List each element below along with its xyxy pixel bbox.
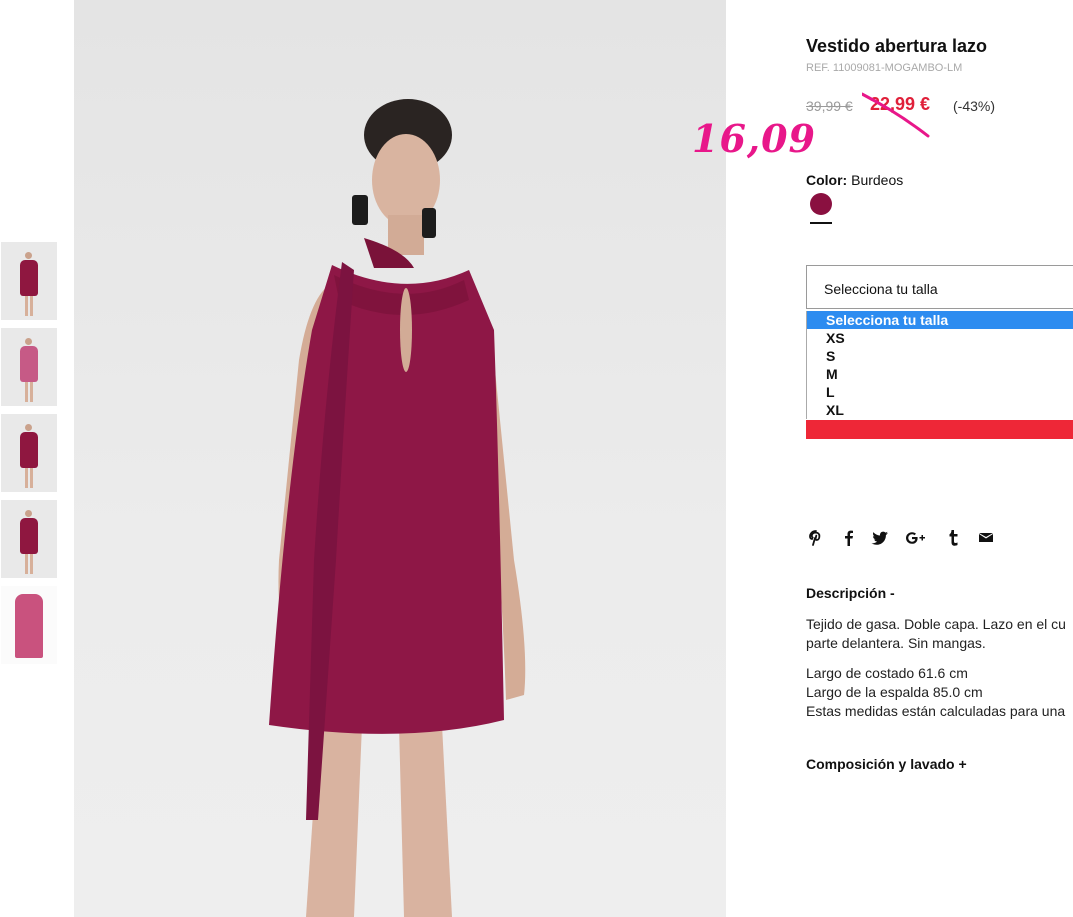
model-illustration — [269, 99, 526, 917]
description-text: Tejido de gasa. Doble capa. Lazo en el c… — [806, 616, 1066, 632]
thumbnail-4[interactable] — [1, 500, 57, 578]
size-dropdown-list: Selecciona tu talla XS S M L XL — [806, 311, 1073, 419]
thumbnail-legs — [25, 296, 33, 316]
thumbnail-legs — [25, 554, 33, 574]
thumbnail-dress — [15, 594, 43, 658]
thumbnail-5[interactable] — [1, 586, 57, 664]
thumbnail-1[interactable] — [1, 242, 57, 320]
measurement-text: Largo de costado 61.6 cm — [806, 665, 968, 681]
product-reference: REF. 11009081-MOGAMBO-LM — [806, 62, 963, 74]
tumblr-icon[interactable] — [944, 528, 964, 548]
thumbnail-figure — [25, 252, 32, 259]
thumbnail-3[interactable] — [1, 414, 57, 492]
google-plus-icon[interactable] — [904, 528, 928, 548]
product-title: Vestido abertura lazo — [806, 36, 988, 56]
add-to-bag-button[interactable] — [806, 420, 1073, 439]
color-label-row: Color: Burdeos — [806, 172, 903, 188]
size-option[interactable]: L — [807, 383, 1073, 401]
measurement-text: Largo de la espalda 85.0 cm — [806, 684, 983, 700]
product-photo — [74, 0, 726, 917]
size-option[interactable]: XS — [807, 329, 1073, 347]
handwritten-strike-mark — [862, 92, 930, 138]
thumbnail-2[interactable] — [1, 328, 57, 406]
size-option[interactable]: XL — [807, 401, 1073, 419]
facebook-icon[interactable] — [839, 528, 859, 548]
size-option[interactable]: S — [807, 347, 1073, 365]
thumbnail-figure — [25, 424, 32, 431]
description-text: parte delantera. Sin mangas. — [806, 635, 986, 651]
handwritten-price: 16,09 — [692, 116, 816, 161]
size-select[interactable]: Selecciona tu talla — [806, 265, 1073, 309]
color-label: Color: — [806, 172, 848, 188]
discount-badge: (-43%) — [953, 98, 996, 114]
original-price: 39,99 € — [806, 98, 853, 114]
color-value: Burdeos — [851, 172, 904, 188]
email-icon[interactable] — [976, 528, 996, 548]
thumbnail-legs — [25, 468, 33, 488]
twitter-icon[interactable] — [870, 528, 890, 548]
thumbnail-dress — [20, 518, 38, 554]
size-select-value: Selecciona tu talla — [824, 281, 938, 297]
thumbnail-dress — [20, 260, 38, 296]
thumbnail-figure — [25, 338, 32, 345]
size-option[interactable]: Selecciona tu talla — [807, 311, 1073, 329]
selected-swatch-indicator — [810, 222, 832, 224]
thumbnail-figure — [25, 510, 32, 517]
pinterest-icon[interactable] — [806, 528, 826, 548]
thumbnail-legs — [25, 382, 33, 402]
description-heading[interactable]: Descripción - — [806, 585, 895, 601]
color-swatch-burdeos[interactable] — [810, 193, 832, 215]
measurement-note: Estas medidas están calculadas para una — [806, 703, 1066, 719]
size-option[interactable]: M — [807, 365, 1073, 383]
thumbnail-dress — [20, 346, 38, 382]
composition-heading[interactable]: Composición y lavado + — [806, 756, 967, 772]
thumbnail-dress — [20, 432, 38, 468]
